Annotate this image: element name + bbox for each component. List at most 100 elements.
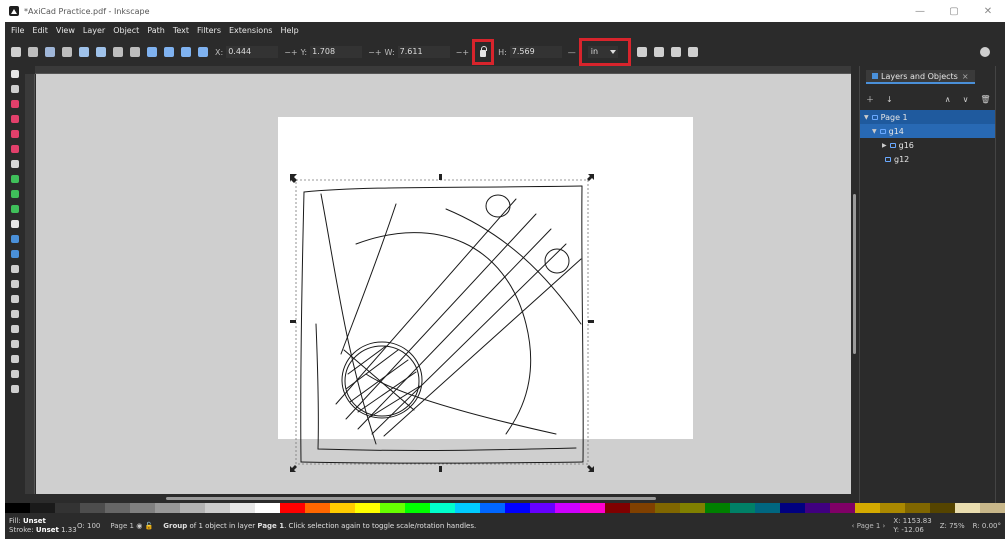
lower-layer-icon[interactable]: ∨ bbox=[963, 95, 969, 104]
swatch[interactable] bbox=[830, 503, 855, 513]
dropper-tool-icon[interactable] bbox=[11, 265, 19, 273]
close-button[interactable]: ✕ bbox=[971, 0, 1005, 22]
swatch[interactable] bbox=[330, 503, 355, 513]
swatch[interactable] bbox=[580, 503, 605, 513]
swatch[interactable] bbox=[480, 503, 505, 513]
swatch[interactable] bbox=[705, 503, 730, 513]
swatch[interactable] bbox=[180, 503, 205, 513]
rotation-control[interactable]: R: 0.00° bbox=[973, 522, 1001, 530]
prev-page-icon[interactable]: ‹ bbox=[852, 522, 855, 530]
swatch[interactable] bbox=[555, 503, 580, 513]
3d-box-tool-icon[interactable] bbox=[11, 115, 19, 123]
drawing-canvas[interactable] bbox=[36, 74, 851, 494]
horizontal-scrollbar[interactable] bbox=[36, 494, 851, 503]
maximize-button[interactable]: ▢ bbox=[937, 0, 971, 22]
menu-text[interactable]: Text bbox=[173, 26, 189, 35]
ellipse-tool-icon[interactable] bbox=[11, 130, 19, 138]
rectangle-tool-icon[interactable] bbox=[11, 100, 19, 108]
eye-icon[interactable]: ◉ bbox=[136, 522, 142, 530]
paint-bucket-tool-icon[interactable] bbox=[11, 280, 19, 288]
selector-tool-icon[interactable] bbox=[11, 70, 19, 78]
drawing-artwork[interactable] bbox=[36, 74, 851, 494]
node-tool-icon[interactable] bbox=[11, 85, 19, 93]
unit-select[interactable]: in bbox=[587, 46, 618, 58]
flip-vertical-icon[interactable] bbox=[130, 47, 140, 57]
pages-tool-icon[interactable] bbox=[11, 385, 19, 393]
raise-icon[interactable] bbox=[164, 47, 174, 57]
swatch[interactable] bbox=[105, 503, 130, 513]
h-input[interactable]: 7.569 bbox=[509, 46, 562, 58]
swatch[interactable] bbox=[380, 503, 405, 513]
tree-row-g12[interactable]: g12 bbox=[860, 152, 996, 166]
opacity-value[interactable]: 100 bbox=[87, 522, 100, 530]
swatch[interactable] bbox=[630, 503, 655, 513]
tree-row-g14[interactable]: ▼ g14 bbox=[860, 124, 996, 138]
stroke-width[interactable]: 1.33 bbox=[61, 526, 77, 534]
tree-row-page-1[interactable]: ▼ Page 1 bbox=[860, 110, 996, 124]
delete-layer-icon[interactable]: 🗑 bbox=[980, 95, 990, 104]
swatch[interactable] bbox=[530, 503, 555, 513]
text-tool-icon[interactable] bbox=[11, 220, 19, 228]
swatch[interactable] bbox=[280, 503, 305, 513]
zoom-value[interactable]: 75% bbox=[949, 522, 965, 530]
mesh-tool-icon[interactable] bbox=[11, 250, 19, 258]
fill-stroke-indicator[interactable]: Fill: Unset Stroke: Unset 1.33 bbox=[5, 517, 77, 535]
swatch[interactable] bbox=[405, 503, 430, 513]
pen-tool-icon[interactable] bbox=[11, 175, 19, 183]
lock-layer-icon[interactable]: 🔓 bbox=[145, 522, 154, 530]
swatch[interactable] bbox=[680, 503, 705, 513]
zoom-control[interactable]: Z: 75% bbox=[940, 522, 965, 530]
page-selector[interactable]: Page 1 bbox=[857, 522, 881, 530]
gradient-tool-icon[interactable] bbox=[11, 235, 19, 243]
tab-layers-and-objects[interactable]: Layers and Objects × bbox=[866, 70, 975, 84]
tweak-tool-icon[interactable] bbox=[11, 295, 19, 303]
transform-gradient-icon[interactable] bbox=[670, 47, 681, 57]
select-same-icon[interactable] bbox=[62, 47, 72, 57]
opacity-control[interactable]: O: 100 bbox=[77, 522, 100, 530]
menu-view[interactable]: View bbox=[56, 26, 75, 35]
rotation-value[interactable]: 0.00° bbox=[982, 522, 1001, 530]
flip-horizontal-icon[interactable] bbox=[113, 47, 123, 57]
connector-tool-icon[interactable] bbox=[11, 340, 19, 348]
swatch[interactable] bbox=[80, 503, 105, 513]
move-down-icon[interactable]: ↓ bbox=[886, 95, 893, 104]
tree-row-g16[interactable]: ▶ g16 bbox=[860, 138, 996, 152]
swatch[interactable] bbox=[805, 503, 830, 513]
swatch[interactable] bbox=[980, 503, 1005, 513]
select-all-icon[interactable] bbox=[11, 47, 21, 57]
scale-corners-icon[interactable] bbox=[653, 47, 664, 57]
spray-tool-icon[interactable] bbox=[11, 310, 19, 318]
expand-icon[interactable]: ▼ bbox=[872, 128, 877, 135]
raise-to-top-icon[interactable] bbox=[147, 47, 157, 57]
swatch[interactable] bbox=[5, 503, 30, 513]
expand-icon[interactable]: ▶ bbox=[882, 142, 887, 149]
lower-to-bottom-icon[interactable] bbox=[198, 47, 208, 57]
swatch[interactable] bbox=[880, 503, 905, 513]
calligraphy-tool-icon[interactable] bbox=[11, 205, 19, 213]
swatch[interactable] bbox=[505, 503, 530, 513]
swatch[interactable] bbox=[955, 503, 980, 513]
swatch[interactable] bbox=[30, 503, 55, 513]
menu-filters[interactable]: Filters bbox=[197, 26, 221, 35]
measure-tool-icon[interactable] bbox=[11, 355, 19, 363]
swatch[interactable] bbox=[755, 503, 780, 513]
raise-layer-icon[interactable]: ∧ bbox=[945, 95, 951, 104]
swatch[interactable] bbox=[430, 503, 455, 513]
layer-dropdown[interactable]: Page 1 ◉ 🔓 bbox=[110, 522, 153, 530]
scale-stroke-icon[interactable] bbox=[636, 47, 647, 57]
rotate-cw-icon[interactable] bbox=[96, 47, 106, 57]
star-tool-icon[interactable] bbox=[11, 145, 19, 153]
transform-pattern-icon[interactable] bbox=[687, 47, 698, 57]
menu-path[interactable]: Path bbox=[147, 26, 165, 35]
zoom-tool-icon[interactable] bbox=[11, 370, 19, 378]
swatch[interactable] bbox=[230, 503, 255, 513]
menu-layer[interactable]: Layer bbox=[83, 26, 105, 35]
swatch[interactable] bbox=[730, 503, 755, 513]
swatch[interactable] bbox=[655, 503, 680, 513]
lock-icon[interactable] bbox=[480, 45, 488, 57]
menu-edit[interactable]: Edit bbox=[32, 26, 48, 35]
page-navigator[interactable]: ‹ Page 1 › bbox=[852, 522, 886, 530]
rotate-ccw-icon[interactable] bbox=[79, 47, 89, 57]
w-input[interactable]: 7.611 bbox=[397, 46, 450, 58]
select-all-layers-icon[interactable] bbox=[28, 47, 38, 57]
